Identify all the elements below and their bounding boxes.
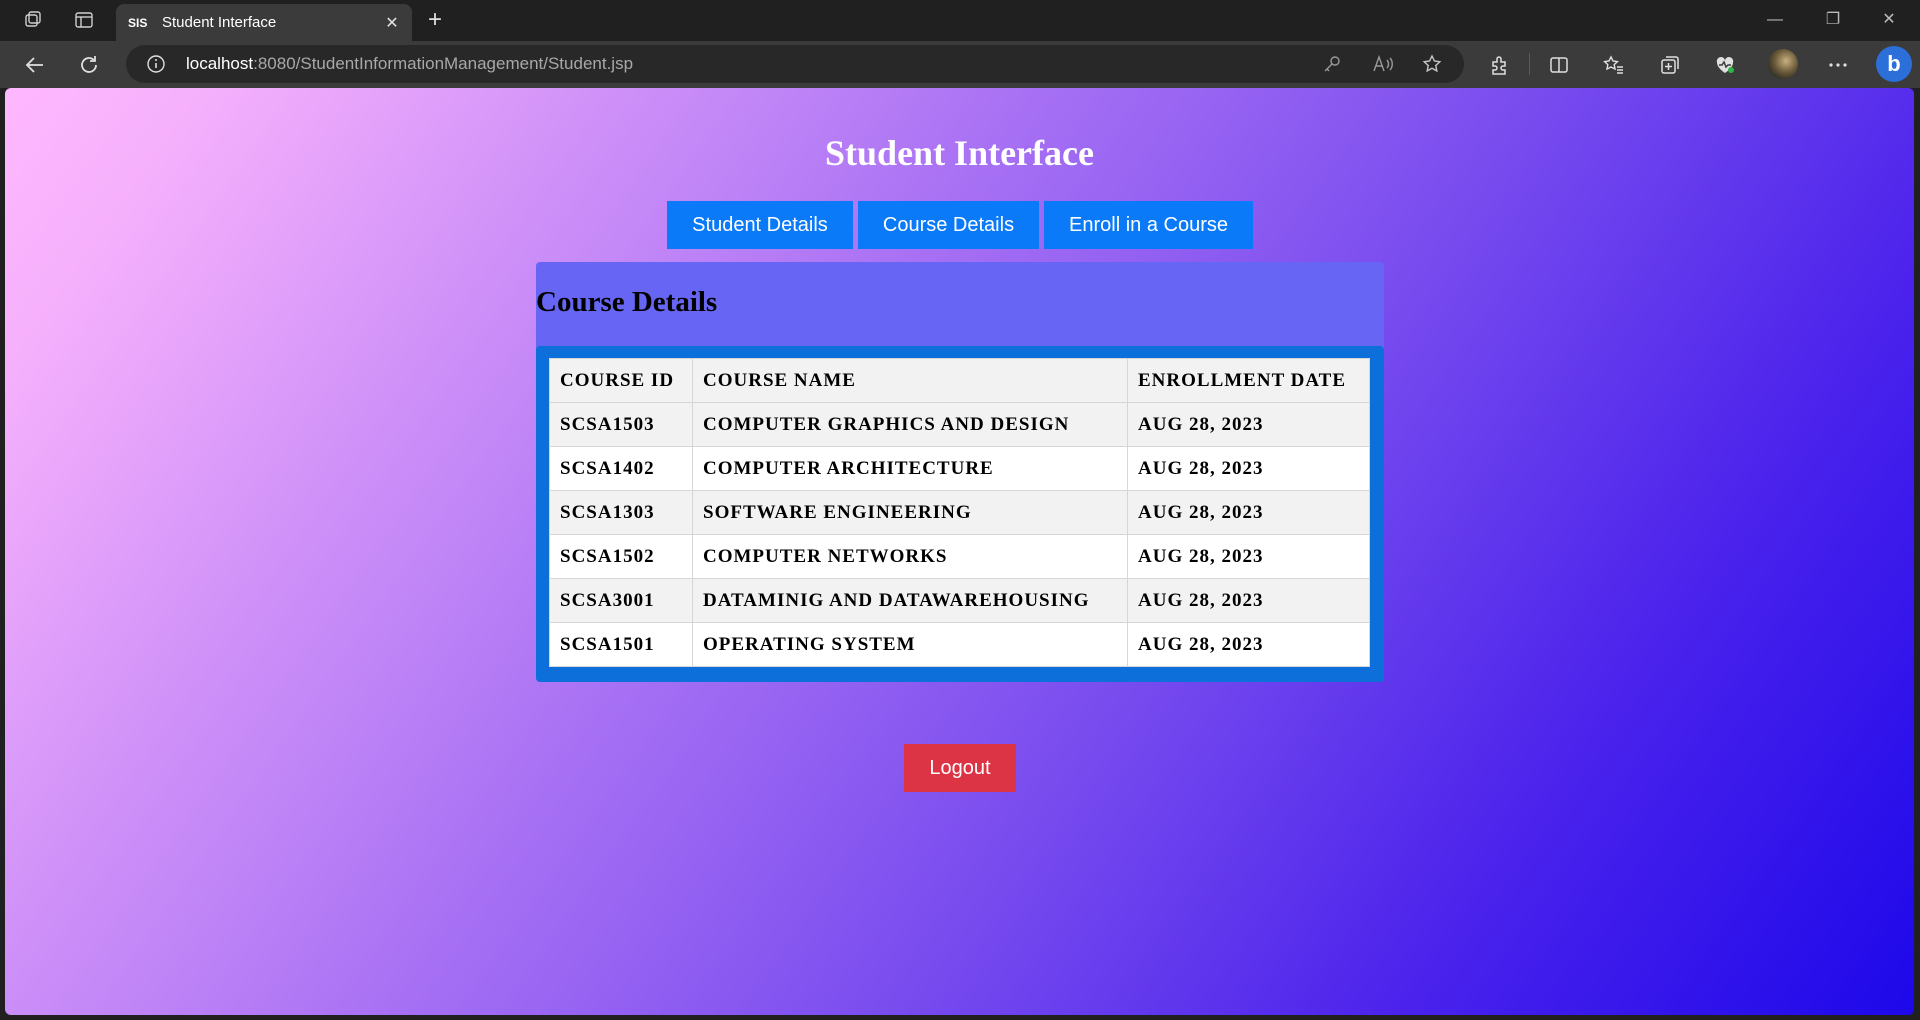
cell-course-id: SCSA1502 [549,534,693,579]
table-row: SCSA1303 SOFTWARE ENGINEERING AUG 28, 20… [549,490,1370,535]
minimize-icon[interactable]: — [1752,6,1798,34]
cell-course-id: SCSA1303 [549,490,693,535]
course-details-panel: Course Details COURSE ID COURSE NAME ENR… [536,262,1384,682]
extensions-icon[interactable] [1486,51,1514,79]
page-title: Student Interface [825,133,1094,173]
panel-title: Course Details [536,286,718,318]
more-options-icon[interactable] [1824,51,1852,79]
cell-course-name: DATAMINIG AND DATAWAREHOUSING [692,578,1128,623]
cell-enrollment-date: AUG 28, 2023 [1127,578,1370,623]
new-tab-icon[interactable]: + [420,6,450,36]
cell-enrollment-date: AUG 28, 2023 [1127,622,1370,667]
cell-course-id: SCSA3001 [549,578,693,623]
course-details-button[interactable]: Course Details [858,201,1039,249]
close-tab-icon[interactable]: ✕ [380,13,404,33]
cell-course-name: COMPUTER NETWORKS [692,534,1128,579]
header-course-name: COURSE NAME [692,358,1128,403]
url-text[interactable]: localhost:8080/StudentInformationManagem… [186,54,633,74]
cell-enrollment-date: AUG 28, 2023 [1127,402,1370,447]
close-window-icon[interactable]: ✕ [1866,6,1912,34]
collections-icon[interactable] [1656,51,1684,79]
browser-toolbar: localhost:8080/StudentInformationManagem… [0,41,1920,88]
cell-course-id: SCSA1503 [549,402,693,447]
header-course-id: COURSE ID [549,358,693,403]
logout-button[interactable]: Logout [904,744,1016,792]
copilot-bing-icon[interactable]: b [1876,46,1912,82]
read-aloud-icon[interactable] [1372,54,1393,74]
address-bar[interactable]: localhost:8080/StudentInformationManagem… [126,45,1464,83]
favorites-icon[interactable] [1600,51,1628,79]
browser-tab-active[interactable]: SIS Student Interface ✕ [116,4,412,41]
tab-favicon: SIS [128,15,148,30]
table-row: SCSA1503 COMPUTER GRAPHICS AND DESIGN AU… [549,402,1370,447]
toolbar-separator [1529,53,1530,75]
favorite-star-icon[interactable] [1422,54,1442,74]
site-info-icon[interactable] [146,54,166,74]
url-path: :8080/StudentInformationManagement/Stude… [253,54,634,73]
table-row: SCSA3001 DATAMINIG AND DATAWAREHOUSING A… [549,578,1370,623]
cell-course-id: SCSA1501 [549,622,693,667]
url-host: localhost [186,54,254,73]
tab-actions-icon[interactable] [70,8,98,32]
browser-essentials-icon[interactable] [1711,51,1739,79]
workspaces-icon[interactable] [19,8,47,32]
enroll-course-button[interactable]: Enroll in a Course [1044,201,1253,249]
split-screen-icon[interactable] [1545,51,1573,79]
cell-course-name: COMPUTER ARCHITECTURE [692,446,1128,491]
table-row: SCSA1402 COMPUTER ARCHITECTURE AUG 28, 2… [549,446,1370,491]
cell-course-name: COMPUTER GRAPHICS AND DESIGN [692,402,1128,447]
cell-course-name: SOFTWARE ENGINEERING [692,490,1128,535]
header-enrollment-date: ENROLLMENT DATE [1127,358,1370,403]
tab-title: Student Interface [162,14,277,31]
refresh-icon[interactable] [75,51,103,79]
course-table: COURSE ID COURSE NAME ENROLLMENT DATE SC… [549,358,1370,667]
cell-enrollment-date: AUG 28, 2023 [1127,490,1370,535]
cell-course-id: SCSA1402 [549,446,693,491]
profile-avatar[interactable] [1768,49,1798,79]
restore-icon[interactable]: ❐ [1810,6,1856,34]
cell-enrollment-date: AUG 28, 2023 [1127,446,1370,491]
table-row: SCSA1502 COMPUTER NETWORKS AUG 28, 2023 [549,534,1370,579]
course-table-frame: COURSE ID COURSE NAME ENROLLMENT DATE SC… [536,346,1384,682]
table-header-row: COURSE ID COURSE NAME ENROLLMENT DATE [549,358,1370,403]
browser-titlebar: SIS Student Interface ✕ + — ❐ ✕ [0,0,1920,41]
cell-enrollment-date: AUG 28, 2023 [1127,534,1370,579]
student-details-button[interactable]: Student Details [667,201,853,249]
page-viewport: Student Interface Student Details Course… [5,88,1914,1015]
password-key-icon[interactable] [1322,54,1342,74]
back-arrow-icon[interactable] [21,51,49,79]
cell-course-name: OPERATING SYSTEM [692,622,1128,667]
table-row: SCSA1501 OPERATING SYSTEM AUG 28, 2023 [549,622,1370,667]
